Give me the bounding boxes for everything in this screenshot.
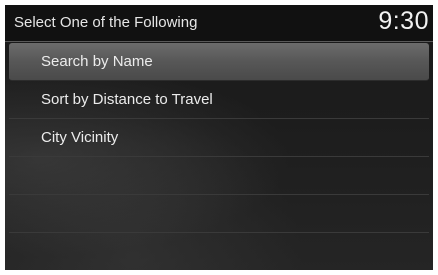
clock: 9:30 <box>378 7 429 35</box>
menu-item-search-by-name[interactable]: Search by Name <box>9 43 429 81</box>
menu-item-label: Sort by Distance to Travel <box>41 91 213 108</box>
menu-list: Search by Name Sort by Distance to Trave… <box>5 43 433 270</box>
navigation-screen: Select One of the Following 9:30 Search … <box>5 5 433 270</box>
empty-list-row <box>9 157 429 195</box>
menu-item-label: City Vicinity <box>41 129 119 146</box>
header-bar: Select One of the Following 9:30 <box>5 5 433 42</box>
menu-item-sort-by-distance[interactable]: Sort by Distance to Travel <box>9 81 429 119</box>
menu-item-city-vicinity[interactable]: City Vicinity <box>9 119 429 157</box>
page-title: Select One of the Following <box>14 14 198 31</box>
empty-list-row <box>9 233 429 270</box>
menu-item-label: Search by Name <box>41 53 153 70</box>
screen-frame: Select One of the Following 9:30 Search … <box>0 0 438 275</box>
empty-list-row <box>9 195 429 233</box>
